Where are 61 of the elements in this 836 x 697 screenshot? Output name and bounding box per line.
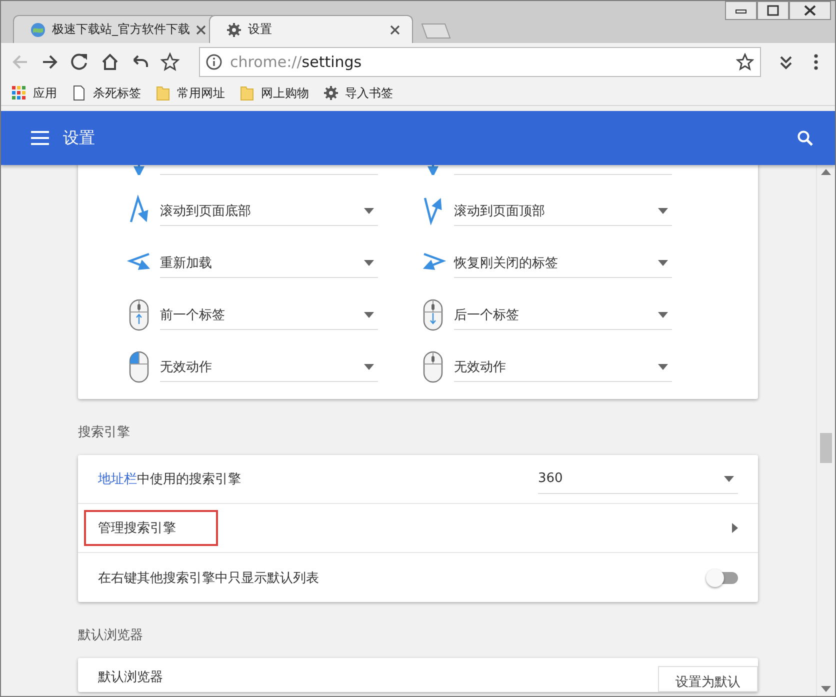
close-icon[interactable] [196,24,206,34]
setting-label: 在右键其他搜索引擎中只显示默认列表 [98,570,320,586]
scroll-down-icon[interactable] [821,686,831,692]
star-icon[interactable] [736,53,754,71]
bookmark[interactable]: 应用 [11,84,57,102]
bookmark[interactable]: 杀死标签 [71,84,141,102]
engine-dropdown[interactable]: 360 [538,464,738,494]
apps-icon [11,85,27,101]
bookmark[interactable]: 网上购物 [239,84,309,102]
setting-link[interactable]: 管理搜索引擎 [84,510,218,546]
gesture-dropdown[interactable]: 前一个标签 [160,300,378,330]
caret-icon [364,260,374,266]
caret-icon [658,260,668,266]
reload-icon[interactable] [70,52,90,72]
folder-icon [155,85,171,101]
setting-label: 默认浏览器 [98,669,164,686]
tab[interactable]: 设置 [209,15,413,43]
gesture-dropdown[interactable]: 无效动作 [454,352,672,382]
scrollbar[interactable] [816,165,835,696]
maximize-icon [765,4,781,17]
search-icon[interactable] [797,130,813,146]
maximize-button[interactable] [757,1,789,20]
caret-icon [364,364,374,370]
close-icon[interactable] [390,24,400,34]
info-icon[interactable] [206,54,222,70]
close-button[interactable] [789,1,831,20]
gesture-dropdown[interactable]: 后一个标签 [454,300,672,330]
caret-icon [658,208,668,214]
folder-icon [239,85,255,101]
caret-icon [364,208,374,214]
gesture-dropdown[interactable]: 滚动到页面底部 [160,196,378,226]
scroll-up-icon[interactable] [821,169,831,175]
home-icon[interactable] [100,52,120,72]
gesture-dropdown[interactable]: 无效动作 [160,352,378,382]
close-icon [802,4,818,17]
caret-icon [724,476,734,482]
bookmark[interactable]: 导入书签 [323,84,393,102]
caret-icon [658,312,668,318]
section-heading: 搜索引擎 [78,424,131,442]
page-title: 设置 [63,128,96,148]
section-heading: 默认浏览器 [78,627,144,645]
bookmark[interactable]: 常用网址 [155,84,225,102]
page-icon [71,85,87,101]
link[interactable]: 地址栏 [98,472,137,487]
address-bar[interactable]: chrome://settings [199,47,761,77]
gear-icon [323,85,339,101]
menu-icon[interactable] [31,131,49,145]
set-default-button[interactable]: 设置为默认 [658,666,758,692]
globe-icon [30,22,46,38]
gesture-dropdown[interactable]: 重新加载 [160,248,378,278]
gesture-dropdown[interactable]: 恢复刚关闭的标签 [454,248,672,278]
caret-icon [364,312,374,318]
star-icon[interactable] [160,52,180,72]
minimize-button[interactable] [725,1,757,20]
setting-label: 地址栏中使用的搜索引擎 [98,471,242,488]
chevron-right-icon[interactable] [732,523,738,533]
gear-icon [226,22,242,38]
toggle-switch[interactable] [706,570,738,586]
scrollbar-thumb[interactable] [820,433,832,463]
caret-icon [658,364,668,370]
gesture-dropdown[interactable]: 滚动到页面顶部 [454,196,672,226]
